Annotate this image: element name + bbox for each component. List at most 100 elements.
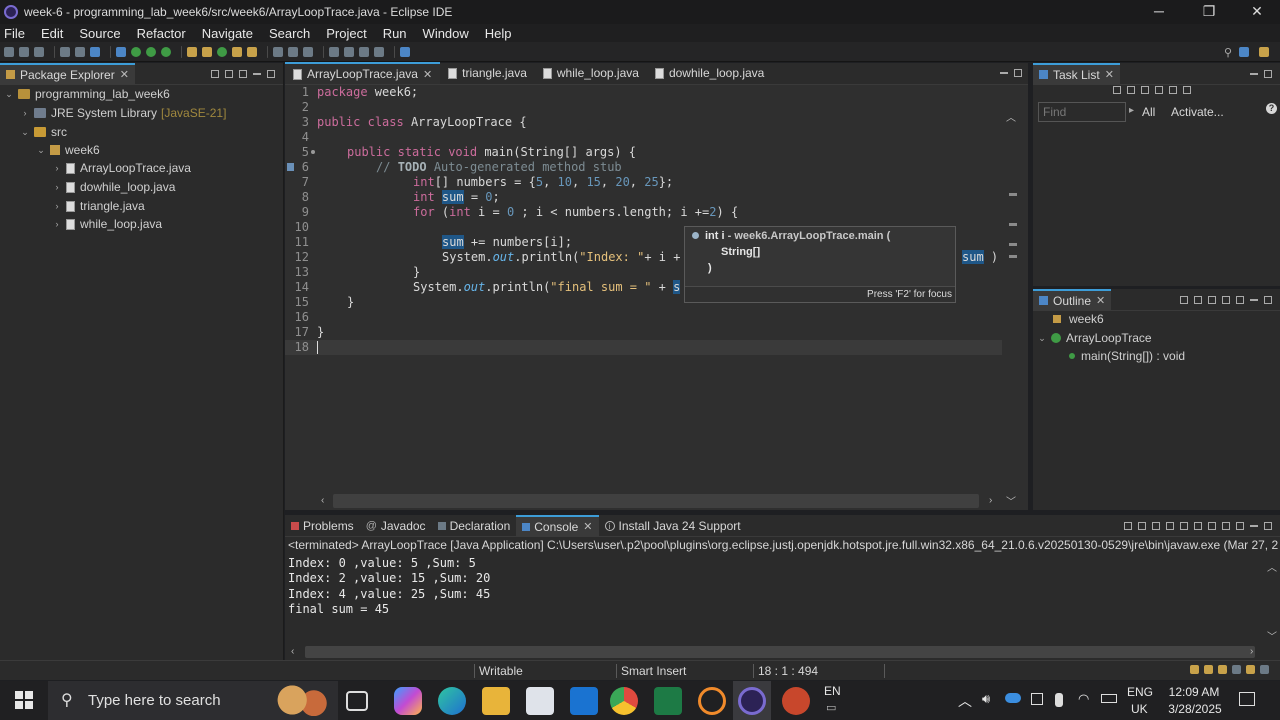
editor-vertical-scrollbar[interactable]: ︿ ﹀ bbox=[1004, 109, 1018, 509]
new-task-icon[interactable] bbox=[1113, 86, 1121, 94]
block-selection-icon[interactable] bbox=[303, 46, 313, 57]
tab-task-list[interactable]: Task List ✕ bbox=[1033, 62, 1120, 85]
search-icon[interactable]: ⚲ bbox=[1224, 46, 1232, 59]
task-find-input[interactable]: Find bbox=[1038, 102, 1126, 122]
minimize-button[interactable]: ─ bbox=[1136, 0, 1182, 24]
menu-help[interactable]: Help bbox=[485, 26, 512, 41]
external-tools-icon[interactable] bbox=[161, 46, 171, 57]
collapse-all-icon[interactable] bbox=[1155, 86, 1163, 94]
tab-declaration[interactable]: Declaration bbox=[432, 515, 517, 537]
remove-launch-icon[interactable] bbox=[1138, 521, 1146, 530]
tab-install-java[interactable]: i Install Java 24 Support bbox=[599, 515, 747, 537]
outline-item-method[interactable]: main(String[]) : void bbox=[1069, 347, 1185, 365]
help-icon[interactable]: ? bbox=[1266, 103, 1277, 114]
overview-ruler-mark[interactable] bbox=[1009, 243, 1017, 246]
menu-run[interactable]: Run bbox=[383, 26, 407, 41]
fold-marker-icon[interactable] bbox=[311, 150, 315, 154]
overview-ruler-mark[interactable] bbox=[1009, 223, 1017, 226]
minimize-view-icon[interactable] bbox=[1250, 72, 1258, 75]
overview-ruler-mark[interactable] bbox=[1009, 193, 1017, 196]
coverage-icon[interactable] bbox=[146, 46, 156, 57]
windows-start-icon[interactable] bbox=[15, 691, 33, 709]
sort-icon[interactable] bbox=[1180, 295, 1188, 304]
tree-item-jre-library[interactable]: › JRE System Library [JavaSE-21] bbox=[20, 104, 227, 122]
close-icon[interactable]: ✕ bbox=[583, 520, 592, 533]
save-all-icon[interactable] bbox=[34, 46, 44, 57]
progress-icon[interactable] bbox=[1204, 665, 1213, 674]
edge-browser-icon[interactable] bbox=[438, 687, 466, 715]
outline-item-package[interactable]: week6 bbox=[1053, 310, 1104, 328]
minimize-view-icon[interactable] bbox=[253, 72, 261, 75]
notification-center-icon[interactable] bbox=[1239, 692, 1255, 706]
taskbar-search-box[interactable]: ⚲ Type here to search bbox=[48, 681, 338, 720]
hide-fields-icon[interactable] bbox=[1194, 295, 1202, 304]
new-java-project-icon[interactable] bbox=[187, 46, 197, 57]
menu-edit[interactable]: Edit bbox=[41, 26, 63, 41]
chrome-icon[interactable] bbox=[610, 687, 638, 715]
tab-javadoc[interactable]: @ Javadoc bbox=[360, 515, 432, 537]
minimize-view-icon[interactable] bbox=[1000, 72, 1008, 74]
chevron-up-icon[interactable]: ︿ bbox=[958, 691, 972, 711]
chevron-left-icon[interactable]: ‹ bbox=[321, 495, 324, 506]
menu-navigate[interactable]: Navigate bbox=[202, 26, 253, 41]
battery-icon[interactable] bbox=[1101, 694, 1117, 703]
chevron-left-icon[interactable]: ‹ bbox=[291, 646, 294, 657]
chevron-down-icon[interactable]: ﹀ bbox=[1267, 628, 1277, 643]
volume-icon[interactable]: 🔊︎ bbox=[982, 691, 990, 707]
close-icon[interactable]: ✕ bbox=[120, 68, 129, 81]
close-window-button[interactable]: ✕ bbox=[1234, 0, 1280, 24]
tab-triangle[interactable]: triangle.java bbox=[440, 62, 535, 84]
redo-icon[interactable] bbox=[75, 46, 85, 57]
chevron-right-icon[interactable]: › bbox=[52, 182, 62, 192]
chevron-right-icon[interactable]: › bbox=[989, 495, 992, 506]
chevron-down-icon[interactable]: ⌄ bbox=[20, 127, 30, 138]
onedrive-icon[interactable] bbox=[1005, 693, 1021, 703]
tab-dowhile-loop[interactable]: dowhile_loop.java bbox=[647, 62, 772, 84]
pencil-icon[interactable] bbox=[1232, 665, 1241, 674]
tab-console[interactable]: Console ✕ bbox=[516, 514, 599, 537]
close-icon[interactable]: ✕ bbox=[423, 68, 432, 81]
activate-link[interactable]: Activate... bbox=[1171, 105, 1224, 119]
language-indicator[interactable]: EN bbox=[824, 684, 841, 698]
javadoc-hover-popup[interactable]: int i - week6.ArrayLoopTrace.main ( Stri… bbox=[684, 226, 956, 303]
jupyter-icon[interactable] bbox=[698, 687, 726, 715]
search-toolbar-icon[interactable] bbox=[247, 46, 257, 57]
powerpoint-icon[interactable] bbox=[782, 687, 810, 715]
chevron-down-icon[interactable]: ⌄ bbox=[36, 145, 46, 156]
chevron-right-icon[interactable]: › bbox=[20, 108, 30, 118]
settings-icon[interactable] bbox=[1246, 665, 1255, 674]
chevron-right-icon[interactable]: › bbox=[52, 201, 62, 211]
undo-icon[interactable] bbox=[60, 46, 70, 57]
tips-icon[interactable] bbox=[1218, 665, 1227, 674]
language-code[interactable]: ENG bbox=[1127, 685, 1153, 699]
tree-item-file[interactable]: › triangle.java bbox=[52, 197, 145, 215]
chevron-down-icon[interactable]: ﹀ bbox=[1006, 493, 1016, 508]
file-explorer-icon[interactable] bbox=[482, 687, 510, 715]
minimize-view-icon[interactable] bbox=[1250, 298, 1258, 301]
outline-item-class[interactable]: ⌄ ArrayLoopTrace bbox=[1037, 329, 1151, 347]
sync-status-icon[interactable] bbox=[1260, 665, 1269, 674]
microphone-icon[interactable] bbox=[1055, 693, 1063, 707]
focus-icon[interactable] bbox=[1141, 86, 1149, 94]
maximize-view-icon[interactable] bbox=[1264, 69, 1272, 78]
tree-item-project[interactable]: ⌄ programming_lab_week6 bbox=[4, 85, 170, 103]
chevron-down-icon[interactable]: ⌄ bbox=[4, 89, 14, 100]
tree-item-file[interactable]: › ArrayLoopTrace.java bbox=[52, 159, 191, 177]
new-class-icon[interactable] bbox=[217, 46, 227, 57]
open-console-icon[interactable] bbox=[1236, 521, 1244, 530]
task-view-icon[interactable] bbox=[346, 691, 368, 711]
tab-while-loop[interactable]: while_loop.java bbox=[535, 62, 647, 84]
collapse-all-icon[interactable] bbox=[211, 69, 219, 78]
display-console-icon[interactable] bbox=[1222, 521, 1230, 530]
menu-window[interactable]: Window bbox=[423, 26, 469, 41]
chevron-right-icon[interactable]: › bbox=[52, 163, 62, 173]
hide-static-icon[interactable] bbox=[1208, 295, 1216, 304]
word-wrap-icon[interactable] bbox=[1194, 521, 1202, 530]
sync-icon[interactable] bbox=[1169, 86, 1177, 94]
forward-icon[interactable] bbox=[374, 46, 384, 57]
view-menu-icon[interactable] bbox=[1236, 295, 1244, 304]
toggle-mark-occurrences-icon[interactable] bbox=[273, 46, 283, 57]
tab-problems[interactable]: Problems bbox=[285, 515, 360, 537]
filter-icon[interactable] bbox=[1127, 86, 1135, 94]
console-output[interactable]: Index: 0 ,value: 5 ,Sum: 5 Index: 2 ,val… bbox=[288, 556, 490, 618]
